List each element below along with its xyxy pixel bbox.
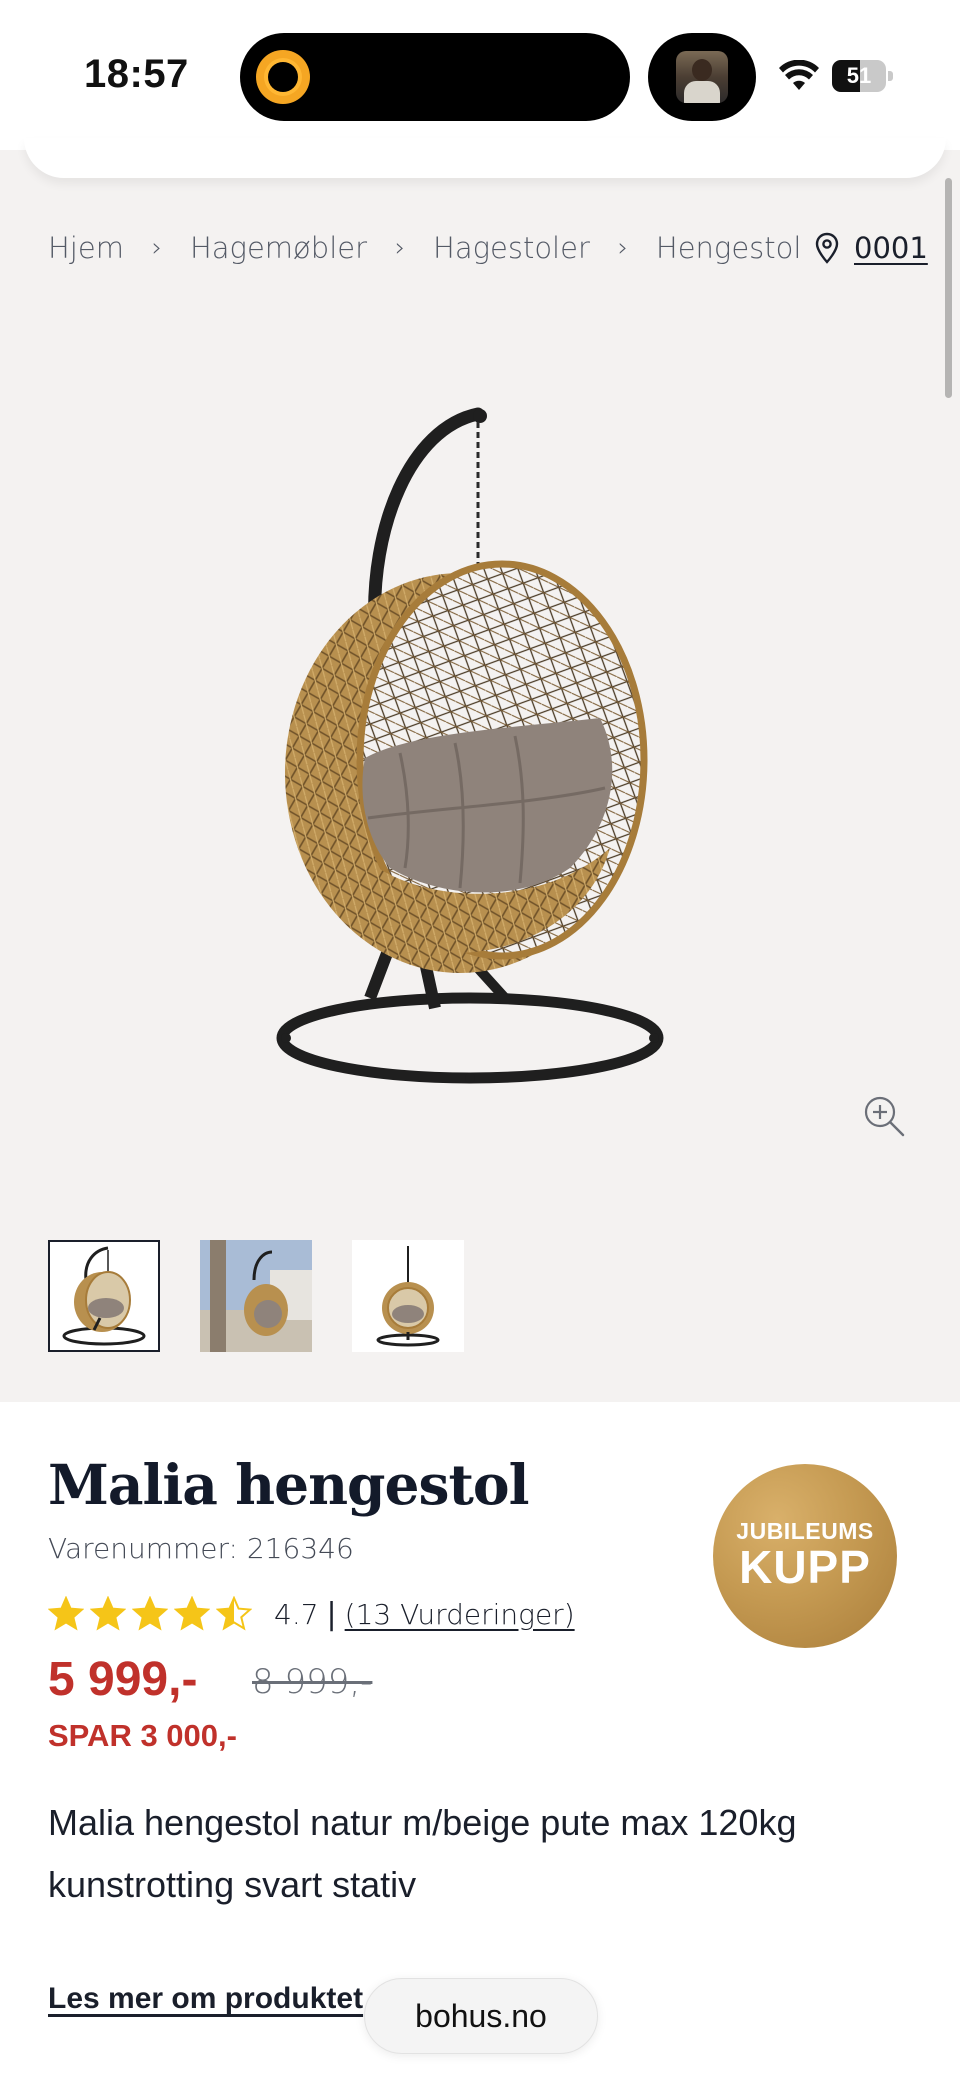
campaign-badge: JUBILEUMS KUPP — [713, 1464, 897, 1648]
original-price: 8 999,- — [252, 1662, 373, 1702]
current-price: 5 999,- — [48, 1653, 198, 1706]
site-header-bottom — [24, 138, 946, 178]
rating-value: 4.7 — [274, 1597, 319, 1631]
breadcrumb-home[interactable]: Hjem — [48, 231, 124, 265]
store-number[interactable]: 0001 — [854, 231, 928, 265]
badge-top-text: JUBILEUMS — [736, 1518, 874, 1545]
star-half-icon — [216, 1596, 252, 1631]
thumbnail-strip — [48, 1240, 464, 1352]
store-selector[interactable]: 0001 — [814, 226, 928, 270]
chevron-right-icon: › — [617, 233, 629, 263]
thumbnail-1[interactable] — [48, 1240, 160, 1352]
breadcrumb-garden-furniture[interactable]: Hagemøbler — [190, 231, 367, 265]
product-sku: Varenummer: 216346 — [48, 1532, 354, 1565]
breadcrumb-hanging-chair[interactable]: Hengestol — [656, 231, 802, 265]
star-full-icon — [174, 1596, 210, 1631]
now-playing-pill[interactable] — [648, 33, 756, 121]
wifi-icon — [779, 60, 819, 90]
badge-main-text: KUPP — [739, 1541, 871, 1594]
breadcrumb-garden-chairs[interactable]: Hagestoler — [433, 231, 590, 265]
reviews-link[interactable]: (13 Vurderinger) — [345, 1598, 575, 1631]
rating: 4.7 | (13 Vurderinger) — [48, 1592, 575, 1636]
star-full-icon — [90, 1596, 126, 1631]
browser-url-bar[interactable]: bohus.no — [364, 1978, 598, 2054]
location-pin-icon — [815, 232, 839, 264]
product-image[interactable] — [260, 398, 680, 1118]
chevron-right-icon: › — [394, 233, 406, 263]
rating-stars — [48, 1596, 252, 1632]
dynamic-island[interactable] — [240, 33, 630, 121]
breadcrumb: Hjem › Hagemøbler › Hagestoler › Hengest… — [48, 226, 801, 270]
savings-label: SPAR 3 000,- — [48, 1718, 237, 1753]
avatar — [676, 51, 728, 103]
product-title: Malia hengestol — [48, 1452, 529, 1517]
battery-icon: 51 — [832, 60, 893, 92]
zoom-in-icon[interactable] — [862, 1094, 906, 1138]
product-description: Malia hengestol natur m/beige pute max 1… — [48, 1802, 797, 1905]
activity-ring-icon — [256, 50, 310, 104]
status-bar: 18:57 51 — [0, 0, 960, 150]
scrollbar[interactable] — [945, 178, 952, 398]
status-time: 18:57 — [84, 52, 189, 96]
product-thumbnail — [62, 1246, 146, 1346]
read-more-link[interactable]: Les mer om produktet — [48, 1982, 363, 2016]
lifestyle-photo-thumbnail — [200, 1240, 312, 1352]
product-thumbnail — [376, 1246, 440, 1347]
star-full-icon — [48, 1596, 84, 1631]
rating-separator: | — [326, 1596, 337, 1632]
thumbnail-3[interactable] — [352, 1240, 464, 1352]
chevron-right-icon: › — [151, 233, 163, 263]
battery-percent: 51 — [846, 63, 872, 88]
star-full-icon — [132, 1596, 168, 1631]
thumbnail-2[interactable] — [200, 1240, 312, 1352]
